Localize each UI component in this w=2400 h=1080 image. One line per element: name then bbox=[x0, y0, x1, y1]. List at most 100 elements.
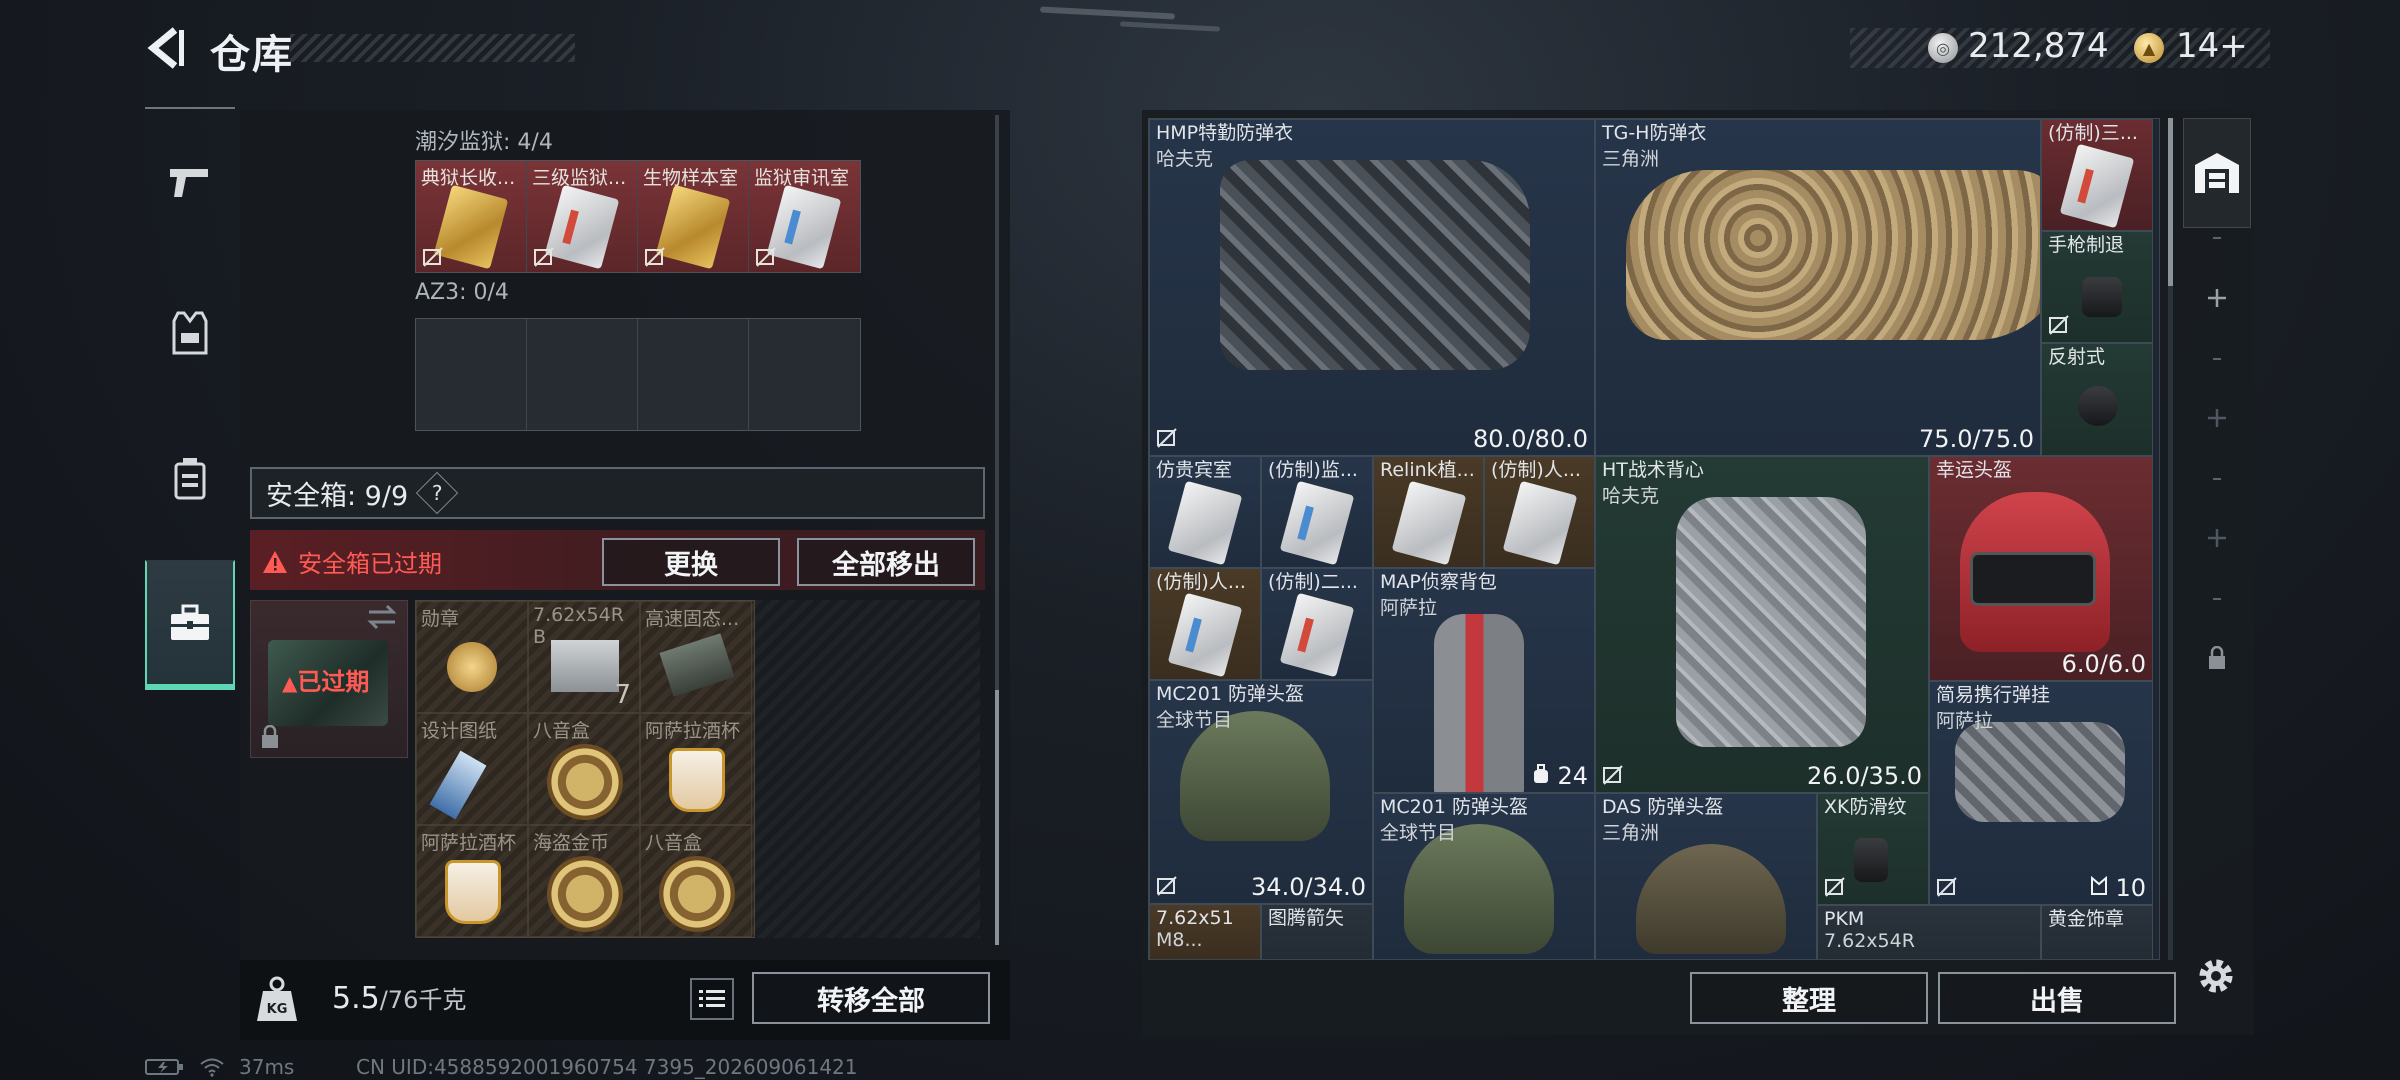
stash-item-keycard[interactable]: (仿制)监... bbox=[1261, 456, 1373, 568]
medkit-icon bbox=[174, 458, 206, 500]
keycard-slot[interactable]: 监狱审讯室 bbox=[749, 161, 860, 272]
safe-item[interactable]: 高速固态... bbox=[640, 601, 752, 713]
keycard-icon bbox=[2059, 143, 2135, 229]
pistol-icon bbox=[170, 169, 208, 197]
pirate-coin-icon bbox=[547, 856, 623, 932]
nav-weapons[interactable] bbox=[145, 118, 235, 248]
stash-item-helmet[interactable]: MC201 防弹头盔 全球节目 bbox=[1373, 793, 1595, 959]
stash-item-collectible[interactable]: 黄金饰章 bbox=[2041, 905, 2153, 959]
stash-tab-main[interactable] bbox=[2183, 118, 2251, 228]
stash-tab-add[interactable] bbox=[2183, 483, 2251, 593]
stash-item-vest[interactable]: HT战术背心 哈夫克 26.0/35.0 bbox=[1595, 456, 1929, 793]
stash-item-attachment[interactable]: 手枪制退 bbox=[2041, 231, 2153, 343]
battery-icon bbox=[145, 1059, 183, 1075]
stash-item-keycard[interactable]: (仿制)人... bbox=[1149, 568, 1261, 680]
list-view-button[interactable] bbox=[690, 978, 734, 1020]
stash-item-armor[interactable]: TG-H防弹衣 三角洲 75.0/75.0 bbox=[1595, 119, 2041, 456]
stash-item-ammo[interactable]: PKM 7.62x54R bbox=[1817, 905, 2041, 959]
list-icon bbox=[699, 990, 725, 1007]
expired-notice: 安全箱已过期 bbox=[262, 544, 442, 579]
lock-icon bbox=[262, 725, 278, 748]
stash-tab-locked[interactable] bbox=[2183, 603, 2251, 713]
plus-icon bbox=[2208, 409, 2226, 427]
ticket-amount[interactable]: 14+ bbox=[2176, 26, 2248, 66]
replace-button[interactable]: 更换 bbox=[602, 538, 780, 586]
stash-item-keycard[interactable]: 仿贵宾室 bbox=[1149, 456, 1261, 568]
plus-icon bbox=[2208, 529, 2226, 547]
sort-button[interactable]: 整理 bbox=[1690, 972, 1928, 1024]
blueprint-icon bbox=[429, 750, 487, 820]
stash-item-helmet[interactable]: MC201 防弹头盔 全球节目 34.0/34.0 bbox=[1149, 680, 1373, 904]
bound-icon bbox=[2049, 315, 2069, 335]
rig-capacity-icon bbox=[2090, 875, 2107, 895]
keycard-slot[interactable]: 生物样本室 bbox=[638, 161, 749, 272]
stash-tab-add[interactable] bbox=[2183, 363, 2251, 473]
settings-gear-icon[interactable] bbox=[2194, 954, 2238, 998]
help-button[interactable]: ? bbox=[415, 471, 459, 515]
keycard-icon bbox=[1502, 480, 1578, 566]
stash-item-ammo[interactable]: 7.62x51 M8... bbox=[1149, 904, 1261, 959]
stash-item-attachment[interactable]: XK防滑纹 bbox=[1817, 793, 1929, 905]
tactical-vest-icon bbox=[1676, 497, 1866, 747]
tab-separator bbox=[2213, 358, 2221, 360]
safe-item[interactable]: 7.62x54R B 7 bbox=[528, 601, 640, 713]
safe-item[interactable]: 海盗金币 bbox=[528, 825, 640, 937]
warehouse-icon bbox=[2195, 153, 2239, 193]
tab-separator bbox=[2213, 237, 2221, 239]
helmet-icon bbox=[1636, 844, 1786, 954]
safe-item[interactable]: 勋章 bbox=[416, 601, 528, 713]
stash-item-helmet[interactable]: 幸运头盔 6.0/6.0 bbox=[1929, 456, 2153, 681]
user-uid: CN UID:4588592001960754 7395_20260906142… bbox=[356, 1055, 858, 1079]
storage-scrollbar-thumb[interactable] bbox=[995, 690, 999, 945]
stash-item-attachment[interactable]: 反射式 bbox=[2041, 343, 2153, 456]
safe-item[interactable]: 阿萨拉酒杯 bbox=[416, 825, 528, 937]
safe-item[interactable]: 阿萨拉酒杯 bbox=[640, 713, 752, 825]
safe-item[interactable]: 八音盒 bbox=[528, 713, 640, 825]
transfer-all-button[interactable]: 转移全部 bbox=[752, 972, 990, 1024]
stash-item-keycard[interactable]: (仿制)三... bbox=[2041, 119, 2153, 231]
bound-icon bbox=[756, 247, 776, 267]
keycard-slot[interactable]: 三级监狱... bbox=[527, 161, 638, 272]
keycard-icon bbox=[1167, 480, 1243, 566]
az3-grid bbox=[415, 318, 861, 431]
stash-item-backpack[interactable]: MAP侦察背包 阿萨拉 24 bbox=[1373, 568, 1595, 793]
nav-gear[interactable] bbox=[145, 268, 235, 398]
stash-item-keycard[interactable]: (仿制)二... bbox=[1261, 568, 1373, 680]
empty-slot[interactable] bbox=[527, 319, 638, 430]
safe-item[interactable]: 设计图纸 bbox=[416, 713, 528, 825]
move-all-out-button[interactable]: 全部移出 bbox=[797, 538, 975, 586]
svg-text:KG: KG bbox=[267, 1002, 288, 1017]
backpack-capacity-icon bbox=[1533, 764, 1548, 783]
empty-slot[interactable] bbox=[638, 319, 749, 430]
nav-consumables[interactable] bbox=[145, 413, 235, 543]
ticket-icon: ▲ bbox=[2134, 33, 2164, 63]
capacity-count: 24 bbox=[1532, 762, 1588, 790]
nav-safe-case[interactable] bbox=[145, 560, 235, 690]
empty-slot[interactable] bbox=[749, 319, 860, 430]
keycard-icon bbox=[1391, 480, 1467, 566]
ping-text: 37ms bbox=[239, 1055, 295, 1079]
stash-item-armor[interactable]: HMP特勤防弹衣 哈夫克 80.0/80.0 bbox=[1149, 119, 1595, 456]
case-expired-label: ▲已过期 bbox=[282, 668, 370, 696]
stash-scrollbar-thumb[interactable] bbox=[2168, 118, 2173, 286]
weight-icon: KG bbox=[257, 976, 297, 1021]
empty-slot[interactable] bbox=[416, 319, 527, 430]
keycard-slot[interactable]: 典狱长收... bbox=[416, 161, 527, 272]
vest-icon bbox=[172, 311, 208, 355]
stash-item-chest-rig[interactable]: 简易携行弹挂 阿萨拉 10 bbox=[1929, 681, 2153, 905]
stash-tab-add[interactable] bbox=[2183, 243, 2251, 353]
stash-item-helmet[interactable]: DAS 防弹头盔 三角洲 bbox=[1595, 793, 1817, 959]
grip-icon bbox=[1854, 838, 1888, 882]
back-button[interactable] bbox=[142, 24, 188, 72]
sell-button[interactable]: 出售 bbox=[1938, 972, 2176, 1024]
stash-grid: HMP特勤防弹衣 哈夫克 80.0/80.0 TG-H防弹衣 三角洲 75.0/… bbox=[1148, 118, 2160, 960]
stash-item-collectible[interactable]: 图腾箭矢 bbox=[1261, 904, 1373, 959]
stash-item-keycard[interactable]: Relink植... bbox=[1373, 456, 1484, 568]
swap-icon[interactable] bbox=[365, 604, 399, 630]
muzzle-brake-icon bbox=[2082, 277, 2122, 317]
keycard-icon bbox=[433, 184, 509, 270]
money-amount: 212,874 bbox=[1968, 26, 2109, 66]
music-box-icon bbox=[547, 744, 623, 820]
safe-item[interactable]: 八音盒 bbox=[640, 825, 752, 937]
stash-item-keycard[interactable]: (仿制)人... bbox=[1484, 456, 1595, 568]
